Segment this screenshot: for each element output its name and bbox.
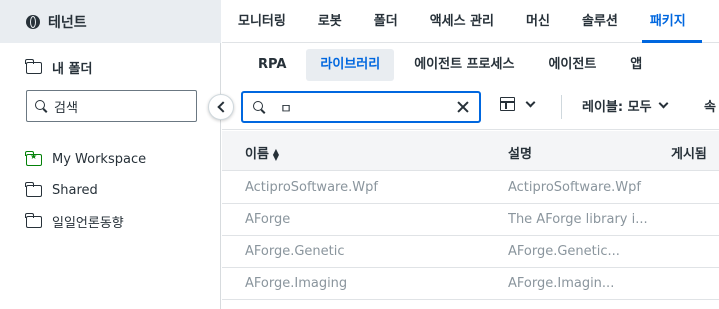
orchestrator-window: 테넌트 내 폴더 검색 My Workspace Shared 일일언론동향 [0, 0, 719, 309]
tab-packages[interactable]: 패키지 [634, 0, 702, 43]
package-description: AForge.Genetic... [508, 244, 620, 259]
subtab-apps[interactable]: 앱 [616, 49, 656, 81]
tab-solutions[interactable]: 솔루션 [566, 0, 634, 43]
top-navigation: 모니터링 로봇 폴더 액세스 관리 머신 솔루션 패키지 [222, 0, 719, 43]
folder-item-label: My Workspace [52, 152, 147, 167]
tab-monitoring[interactable]: 모니터링 [222, 0, 302, 43]
clear-search-icon[interactable] [457, 101, 469, 113]
folder-item-my-workspace[interactable]: My Workspace [25, 144, 147, 175]
folder-item-daily-press[interactable]: 일일언론동향 [25, 206, 146, 237]
search-icon [35, 99, 48, 113]
package-name: AForge.Genetic [245, 244, 345, 259]
package-type-tabs: RPA 라이브러리 에이전트 프로세스 에이전트 앱 [222, 48, 719, 82]
chevron-left-icon [216, 101, 229, 113]
tenant-label: 테넌트 [48, 14, 87, 31]
table-row[interactable]: AForge.Genetic AForge.Genetic... [222, 236, 719, 268]
subtab-rpa[interactable]: RPA [244, 49, 300, 81]
folder-item-label: Shared [52, 183, 98, 198]
label-filter-text: 레이블: 모두 [582, 100, 652, 115]
my-folder-item[interactable]: 내 폴더 [25, 58, 93, 77]
column-header-name[interactable]: 이름 ▲ ▼ [245, 143, 279, 162]
columns-icon [500, 97, 515, 111]
package-search-input[interactable]: ㅁ [241, 91, 481, 123]
folder-search-input[interactable]: 검색 [26, 90, 197, 122]
subtab-agentic-processes[interactable]: 에이전트 프로세스 [400, 49, 528, 81]
toolbar-divider [561, 95, 562, 119]
package-name: AForge [245, 212, 291, 227]
property-filter-dropdown[interactable]: 속 [704, 96, 716, 115]
tab-folders[interactable]: 폴더 [358, 0, 414, 43]
folder-sidebar: 테넌트 내 폴더 검색 My Workspace Shared 일일언론동향 [0, 0, 221, 309]
package-name: AForge.Imaging [245, 276, 348, 291]
tenant-item[interactable]: 테넌트 [0, 0, 221, 43]
folder-search-placeholder: 검색 [54, 100, 78, 116]
column-header-name-label: 이름 [245, 147, 269, 162]
package-name: ActiproSoftware.Wpf [245, 180, 378, 195]
column-header-published[interactable]: 게시됨 [671, 143, 707, 162]
folder-item-label: 일일언론동향 [52, 216, 124, 231]
table-row[interactable]: ActiproSoftware.Wpf ActiproSoftware.Wpf [222, 172, 719, 204]
column-header-description[interactable]: 설명 [508, 143, 532, 162]
subtab-libraries[interactable]: 라이브러리 [306, 49, 395, 81]
package-description: ActiproSoftware.Wpf [508, 180, 641, 195]
globe-icon [26, 14, 40, 29]
search-value: ㅁ [280, 101, 292, 117]
tab-machines[interactable]: 머신 [510, 0, 566, 43]
search-icon [253, 100, 266, 114]
my-folder-label: 내 폴더 [52, 62, 93, 77]
package-description: The AForge library i... [508, 212, 648, 227]
column-picker-button[interactable] [500, 97, 536, 111]
collapse-sidebar-button[interactable] [208, 94, 234, 120]
folder-icon [25, 212, 42, 228]
tab-robots[interactable]: 로봇 [302, 0, 358, 43]
table-row[interactable]: AForge The AForge library i... [222, 204, 719, 236]
chevron-down-icon [525, 97, 536, 107]
sort-icon: ▲ ▼ [272, 146, 280, 162]
main-panel: 모니터링 로봇 폴더 액세스 관리 머신 솔루션 패키지 RPA 라이브러리 에… [222, 0, 719, 309]
workspace-folder-icon [25, 150, 42, 166]
folder-list: My Workspace Shared 일일언론동향 [25, 144, 147, 237]
subtab-agents[interactable]: 에이전트 [534, 49, 610, 81]
folder-item-shared[interactable]: Shared [25, 175, 146, 206]
filter-toolbar: ㅁ 레이블: 모두 속 [222, 84, 719, 130]
package-description: AForge.Imagin... [508, 276, 615, 291]
tab-access-management[interactable]: 액세스 관리 [414, 0, 510, 43]
folder-icon [25, 181, 42, 197]
label-filter-dropdown[interactable]: 레이블: 모두 [582, 96, 668, 115]
folder-icon [25, 58, 42, 74]
table-row[interactable]: AForge.Imaging AForge.Imagin... [222, 268, 719, 300]
table-header: 이름 ▲ ▼ 설명 게시됨 [222, 131, 719, 171]
chevron-down-icon [658, 98, 668, 109]
